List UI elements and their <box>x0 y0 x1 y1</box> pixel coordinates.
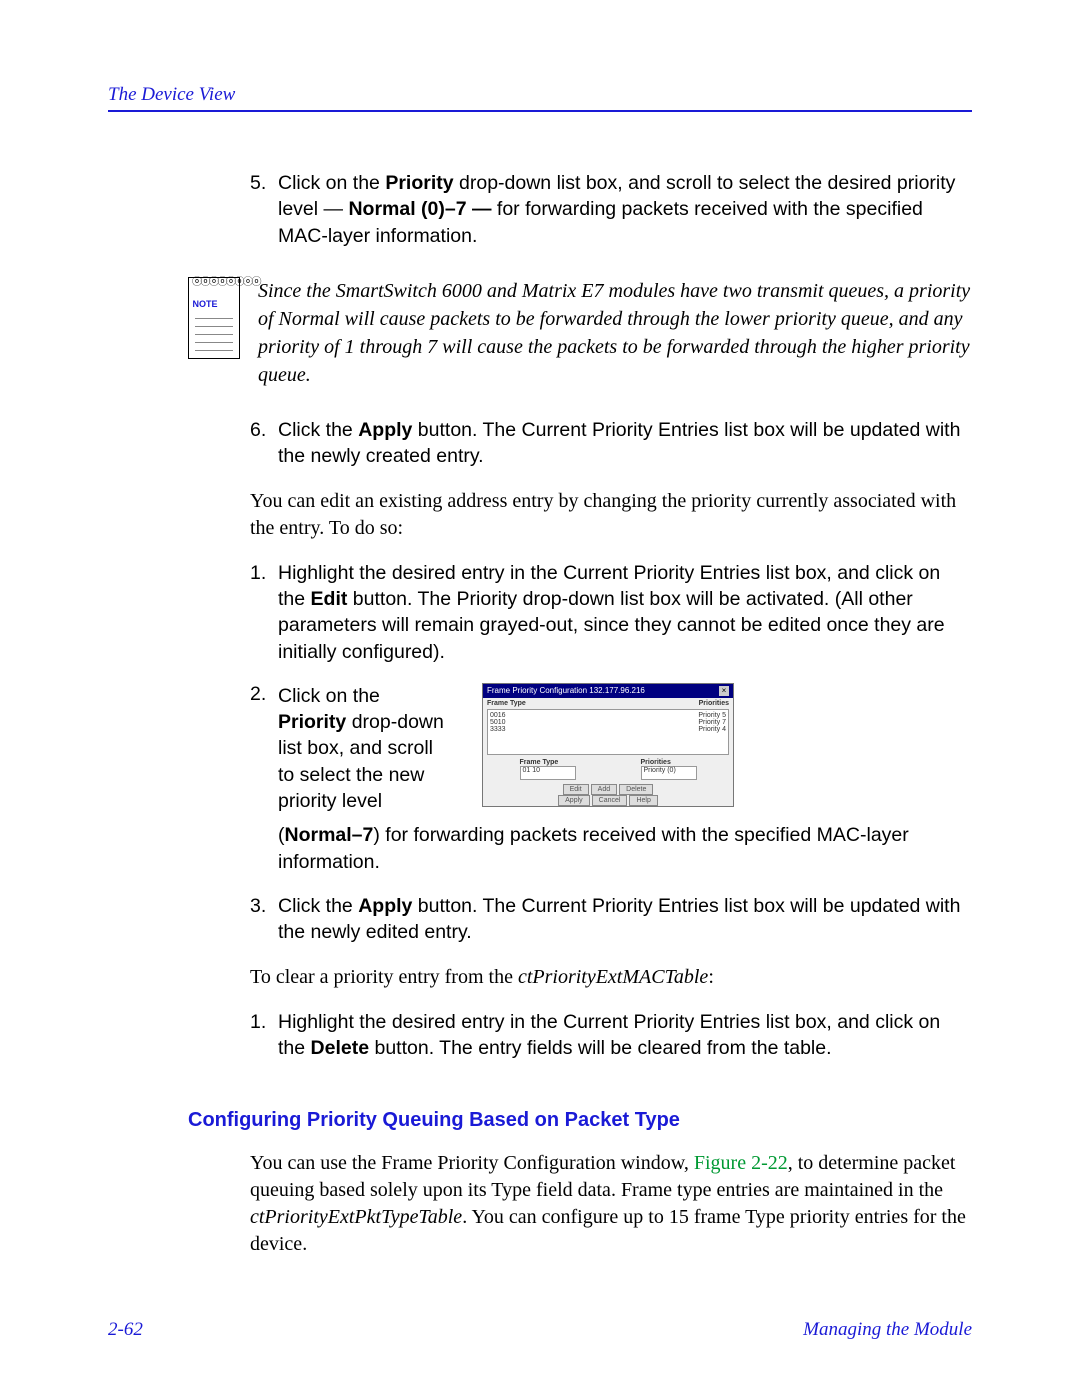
section-heading: Configuring Priority Queuing Based on Pa… <box>188 1109 972 1132</box>
chapter-title: Managing the Module <box>803 1319 972 1341</box>
list-item-6: 6. Click the Apply button. The Current P… <box>250 417 972 470</box>
edit-button: Edit <box>563 784 589 795</box>
page-header: The Device View <box>108 84 972 106</box>
list-item-with-figure: 2. Click on the Priority drop-down list … <box>250 683 972 815</box>
item-number: 6. <box>250 417 278 470</box>
item-number: 1. <box>250 1009 278 1062</box>
item-number: 2. <box>250 683 278 815</box>
note-icon: ⓞⓞⓞⓞⓞⓞⓞⓞ NOTE <box>188 277 240 359</box>
page-number: 2-62 <box>108 1319 143 1341</box>
item-number: 3. <box>250 893 278 946</box>
close-icon: × <box>719 686 729 696</box>
page-footer: 2-62 Managing the Module <box>108 1319 972 1341</box>
item-number: 5. <box>250 170 278 249</box>
item-text: Click on the Priority drop-down list box… <box>278 170 972 249</box>
header-title: The Device View <box>108 84 235 105</box>
apply-button: Apply <box>558 795 590 806</box>
add-button: Add <box>591 784 617 795</box>
figure-reference-link[interactable]: Figure 2-22 <box>694 1152 788 1174</box>
frame-type-input: 01 10 <box>520 766 576 780</box>
page: The Device View 5. Click on the Priority… <box>0 0 1080 1397</box>
list-item: 1. Highlight the desired entry in the Cu… <box>250 1009 972 1062</box>
item-text: Highlight the desired entry in the Curre… <box>278 1009 972 1062</box>
list-item: 3. Click the Apply button. The Current P… <box>250 893 972 946</box>
item-text: Click the Apply button. The Current Prio… <box>278 417 972 470</box>
window-titlebar: Frame Priority Configuration 132.177.96.… <box>483 684 733 698</box>
paragraph: To clear a priority entry from the ctPri… <box>250 964 972 991</box>
notepad-spiral: ⓞⓞⓞⓞⓞⓞⓞⓞ <box>192 273 260 288</box>
item-text: Highlight the desired entry in the Curre… <box>278 560 972 665</box>
list-item: 1. Highlight the desired entry in the Cu… <box>250 560 972 665</box>
paragraph: You can use the Frame Priority Configura… <box>250 1150 972 1258</box>
help-button: Help <box>629 795 657 806</box>
delete-button: Delete <box>619 784 653 795</box>
item-text: Click the Apply button. The Current Prio… <box>278 893 972 946</box>
header-divider <box>108 110 972 112</box>
item-text-continued: (Normal–7) for forwarding packets receiv… <box>278 822 972 875</box>
cancel-button: Cancel <box>592 795 628 806</box>
paragraph: You can edit an existing address entry b… <box>250 488 972 542</box>
note-text: Since the SmartSwitch 6000 and Matrix E7… <box>258 277 972 389</box>
list-item-5: 5. Click on the Priority drop-down list … <box>250 170 972 249</box>
note-callout: ⓞⓞⓞⓞⓞⓞⓞⓞ NOTE Since the SmartSwitch 6000… <box>188 277 972 389</box>
embedded-screenshot: Frame Priority Configuration 132.177.96.… <box>482 683 734 807</box>
content-area: 5. Click on the Priority drop-down list … <box>108 170 972 1258</box>
item-number: 1. <box>250 560 278 665</box>
item-text: Click on the Priority drop-down list box… <box>278 683 448 815</box>
priority-listbox: 0016 5010 3333 Priority 5 Priority 7 Pri… <box>487 709 729 755</box>
note-label: NOTE <box>191 298 219 310</box>
priority-dropdown: Priority (0) <box>641 766 697 780</box>
